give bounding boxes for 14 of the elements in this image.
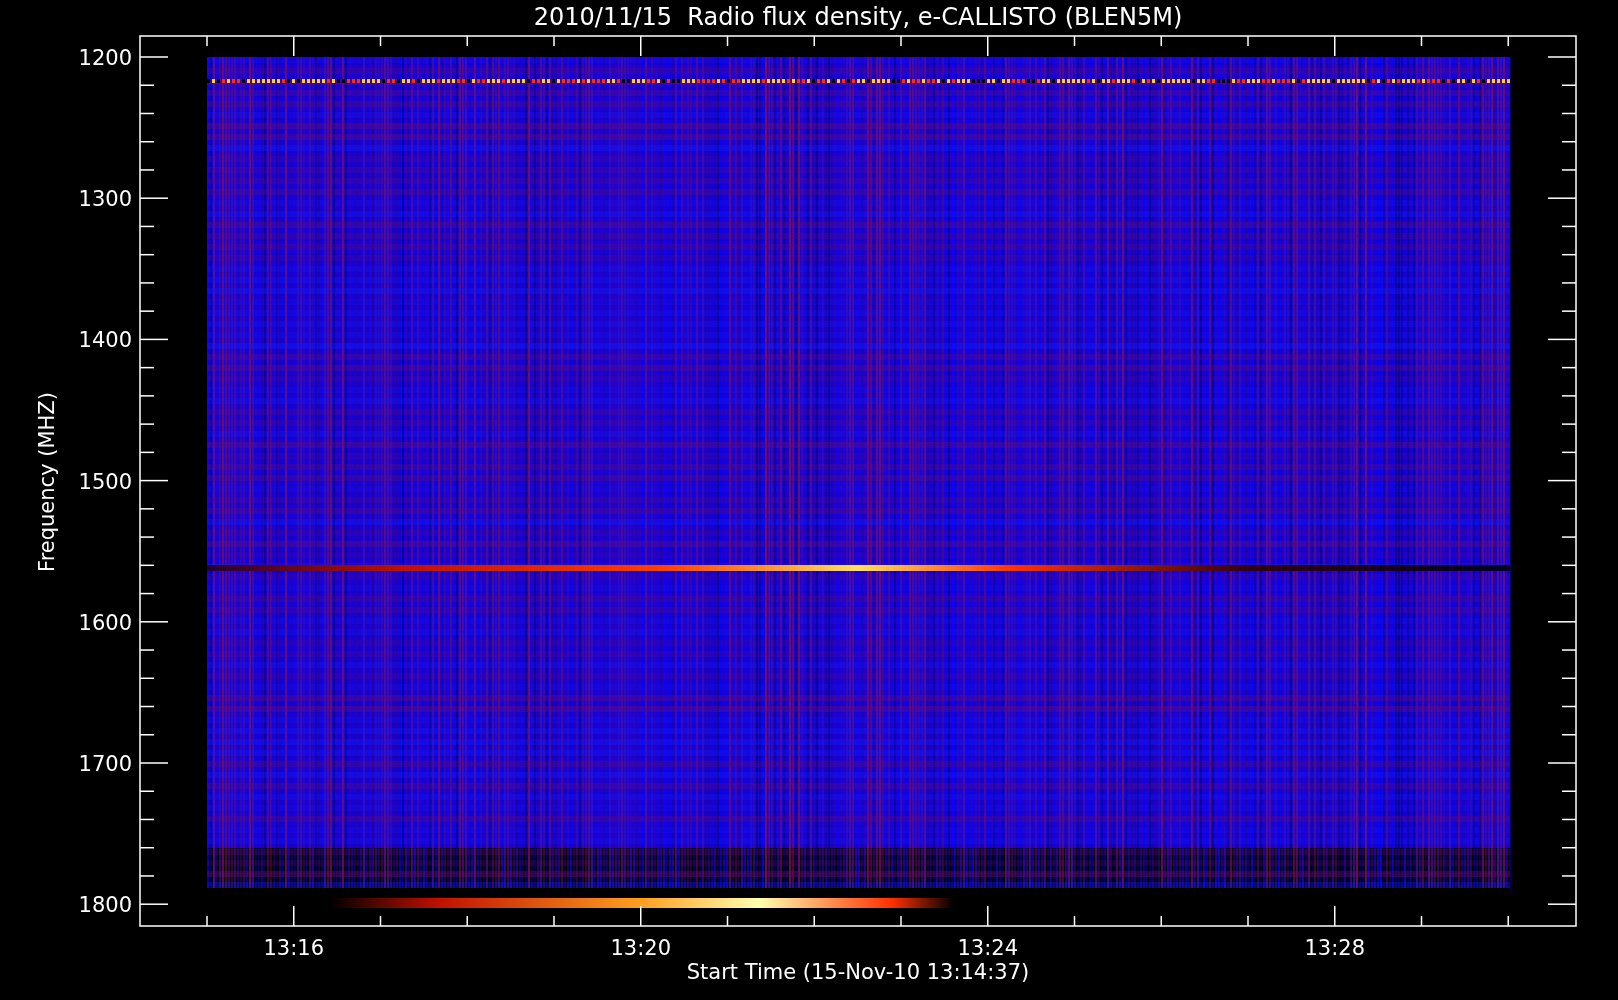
x-axis-label: Start Time (15-Nov-10 13:14:37) <box>686 960 1030 984</box>
y-tick-label: 1200 <box>78 46 132 70</box>
y-tick-label: 1600 <box>78 610 132 635</box>
y-tick-label: 1700 <box>78 752 132 776</box>
y-tick-label: 1400 <box>78 328 132 353</box>
x-tick-label: 13:16 <box>263 936 324 960</box>
x-tick-label: 13:20 <box>610 936 671 960</box>
y-tick-label: 1800 <box>78 893 132 918</box>
y-tick-label: 1300 <box>78 187 132 212</box>
y-tick-label: 1500 <box>78 469 132 494</box>
y-axis-label: Frequency (MHZ) <box>35 392 59 572</box>
chart-title: 2010/11/15 Radio flux density, e-CALLISTO (BLEN5M) <box>533 3 1183 31</box>
x-tick-label: 13:28 <box>1304 936 1365 960</box>
x-tick-label: 13:24 <box>957 936 1018 960</box>
